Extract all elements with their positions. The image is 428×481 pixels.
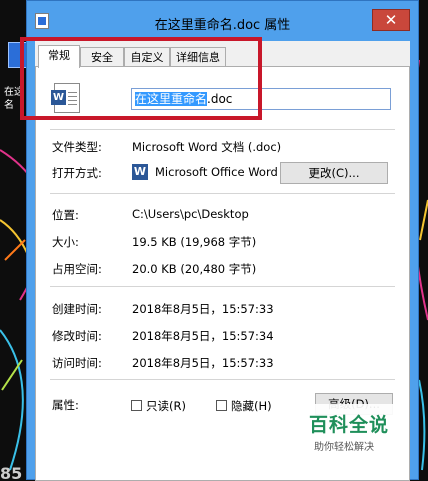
hidden-checkbox[interactable] — [216, 400, 227, 411]
tab-general[interactable]: 常规 — [38, 45, 80, 68]
watermark: 百科全说 助你轻松解决 — [301, 404, 394, 464]
disk-size-label: 占用空间: — [52, 262, 102, 276]
divider — [50, 286, 395, 287]
location-value: C:\Users\pc\Desktop — [132, 207, 249, 221]
modified-value: 2018年8月5日，15:57:34 — [132, 329, 274, 343]
divider — [50, 193, 395, 194]
window-title: 在这里重命名.doc 属性 — [154, 18, 291, 33]
open-with-label: 打开方式: — [52, 166, 102, 180]
modified-label: 修改时间: — [52, 329, 102, 343]
created-label: 创建时间: — [52, 302, 102, 316]
disk-size-value: 20.0 KB (20,480 字节) — [132, 262, 257, 276]
desktop-corner-text: 85 — [0, 464, 23, 480]
created-value: 2018年8月5日，15:57:33 — [132, 302, 274, 316]
change-button[interactable]: 更改(C)... — [280, 162, 388, 184]
location-label: 位置: — [52, 208, 79, 222]
size-label: 大小: — [52, 235, 79, 249]
readonly-checkbox[interactable] — [131, 400, 142, 411]
divider — [50, 379, 395, 380]
title-bar[interactable]: 在这里重命名.doc 属性 ✕ — [27, 1, 418, 41]
desktop-icon-label-2: 名 — [4, 100, 14, 111]
file-type-label: 文件类型: — [52, 140, 102, 154]
watermark-sub-text: 助你轻松解决 — [314, 442, 374, 453]
readonly-label[interactable]: 只读(R) — [146, 398, 186, 414]
watermark-main-text: 百科全说 — [309, 414, 390, 436]
hidden-label[interactable]: 隐藏(H) — [231, 398, 272, 414]
size-value: 19.5 KB (19,968 字节) — [132, 235, 257, 249]
file-type-value: Microsoft Word 文档 (.doc) — [132, 140, 282, 154]
word-app-icon: W — [132, 164, 148, 180]
divider — [50, 129, 395, 130]
close-icon: ✕ — [384, 11, 398, 29]
accessed-value: 2018年8月5日，15:57:33 — [132, 356, 274, 370]
open-with-value: Microsoft Office Word — [155, 165, 278, 179]
attributes-label: 属性: — [52, 398, 79, 412]
accessed-label: 访问时间: — [52, 356, 102, 370]
close-button[interactable]: ✕ — [372, 9, 410, 31]
